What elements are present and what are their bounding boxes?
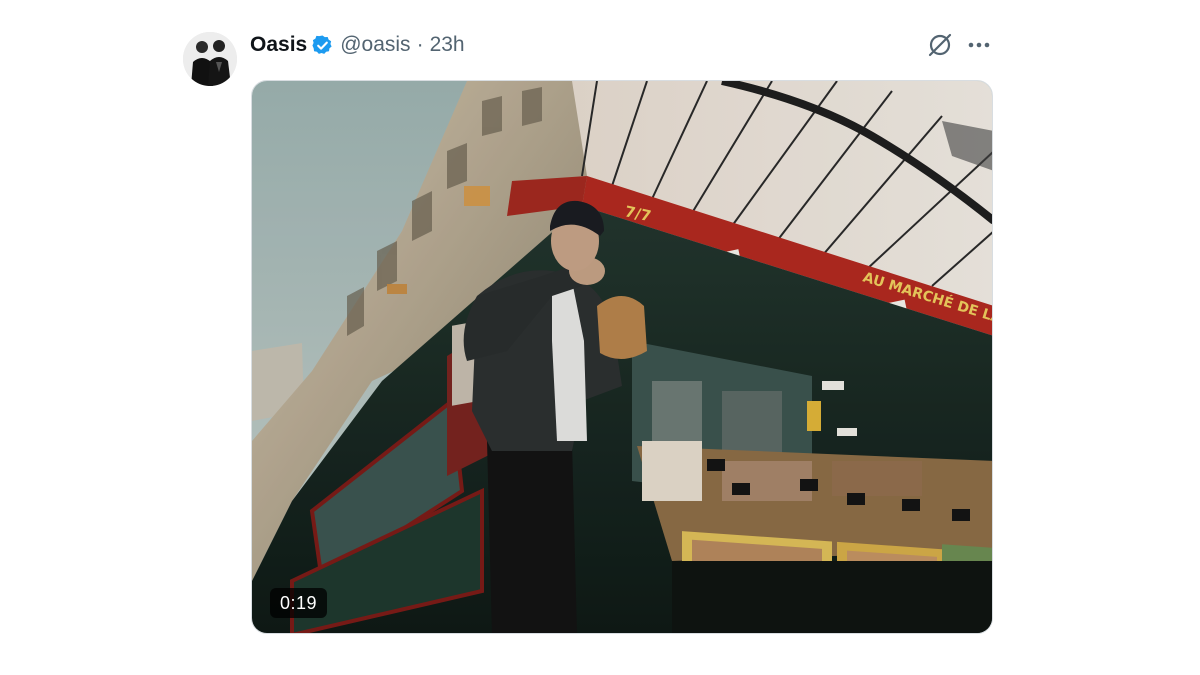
post-header: Oasis @oasis · 23h xyxy=(250,30,465,60)
video-thumbnail: 7/7 AU MARCHÉ DE LA xyxy=(252,81,992,633)
avatar[interactable] xyxy=(183,32,237,86)
verified-badge-icon[interactable] xyxy=(311,34,334,57)
grok-icon[interactable] xyxy=(926,31,954,59)
avatar-image xyxy=(183,32,237,86)
handle[interactable]: @oasis xyxy=(340,33,410,57)
video-player[interactable]: 7/7 AU MARCHÉ DE LA xyxy=(251,80,993,634)
header-actions xyxy=(926,30,992,60)
video-duration-badge: 0:19 xyxy=(270,588,328,618)
post: Oasis @oasis · 23h 7/7 AU MARCHÉ DE LA 0… xyxy=(0,0,1200,675)
display-name[interactable]: Oasis xyxy=(250,33,307,57)
timestamp[interactable]: 23h xyxy=(430,33,465,57)
separator: · xyxy=(416,33,424,56)
more-icon[interactable] xyxy=(966,32,992,58)
